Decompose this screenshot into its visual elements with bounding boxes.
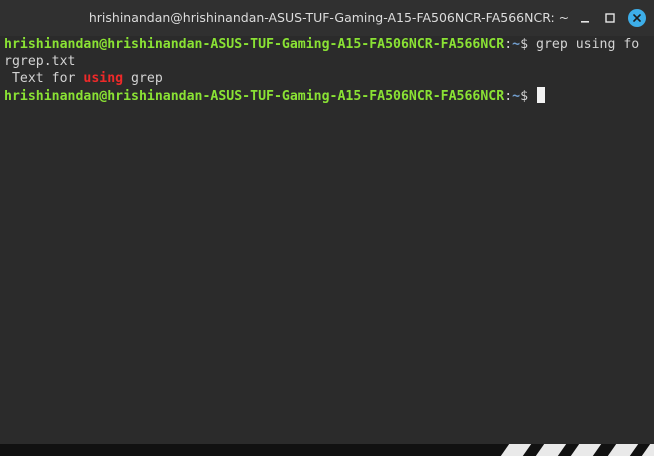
prompt-symbol: $ xyxy=(520,37,536,52)
prompt-path: ~ xyxy=(512,89,521,104)
minimize-button[interactable] xyxy=(577,10,593,26)
wallpaper-detail xyxy=(535,444,567,456)
command-text: grep using fo xyxy=(536,37,640,52)
prompt-separator: : xyxy=(504,37,513,52)
terminal-output[interactable]: hrishinandan@hrishinandan-ASUS-TUF-Gamin… xyxy=(4,36,652,441)
prompt-user-host: hrishinandan@hrishinandan-ASUS-TUF-Gamin… xyxy=(4,89,505,104)
wallpaper-detail xyxy=(641,444,654,456)
output-text-before: Text for xyxy=(4,71,84,86)
prompt-path: ~ xyxy=(512,37,521,52)
close-button[interactable] xyxy=(628,9,646,27)
title-bar[interactable]: hrishinandan@hrishinandan-ASUS-TUF-Gamin… xyxy=(0,0,654,36)
terminal-line-prompt: hrishinandan@hrishinandan-ASUS-TUF-Gamin… xyxy=(4,87,652,104)
grep-match-highlight: using xyxy=(83,71,124,86)
prompt-symbol: $ xyxy=(520,89,536,104)
maximize-icon xyxy=(605,13,615,23)
terminal-window: hrishinandan@hrishinandan-ASUS-TUF-Gamin… xyxy=(0,0,654,444)
wallpaper-detail xyxy=(607,444,639,456)
terminal-line-output: Text for using grep xyxy=(4,70,652,87)
wallpaper-detail xyxy=(500,444,532,456)
window-title: hrishinandan@hrishinandan-ASUS-TUF-Gamin… xyxy=(88,10,570,25)
terminal-line-command-wrap: rgrep.txt xyxy=(4,53,652,70)
desktop-background xyxy=(0,444,654,456)
command-text-continued: rgrep.txt xyxy=(4,54,76,69)
output-text-after: grep xyxy=(123,71,163,86)
maximize-button[interactable] xyxy=(602,10,618,26)
prompt-separator: : xyxy=(504,89,513,104)
text-cursor xyxy=(537,87,545,103)
wallpaper-detail xyxy=(570,444,602,456)
minimize-icon xyxy=(581,21,589,23)
terminal-line-command: hrishinandan@hrishinandan-ASUS-TUF-Gamin… xyxy=(4,36,652,53)
close-icon xyxy=(633,14,641,22)
prompt-user-host: hrishinandan@hrishinandan-ASUS-TUF-Gamin… xyxy=(4,37,505,52)
